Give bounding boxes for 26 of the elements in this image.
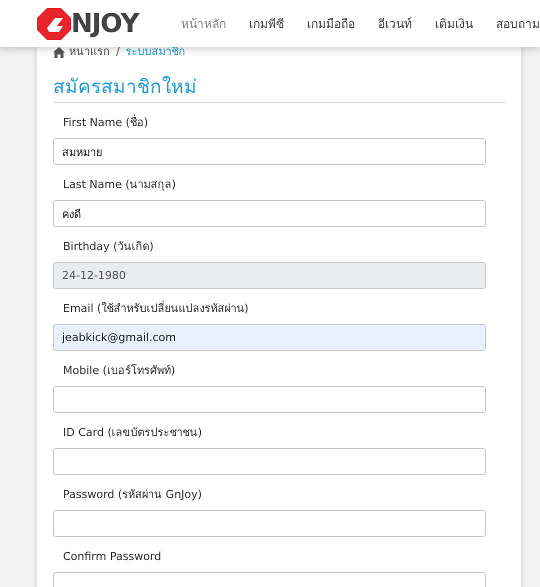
nav-link[interactable]: หน้าหลัก bbox=[181, 14, 226, 32]
home-icon bbox=[53, 46, 65, 58]
nav-link[interactable]: เกมพีซี bbox=[249, 14, 284, 32]
logo-text: NJOY bbox=[71, 10, 138, 36]
breadcrumb-link[interactable]: หนาแรก bbox=[69, 44, 110, 60]
input-field[interactable]: jeabkick@gmail.com bbox=[53, 324, 486, 351]
field-label: Mobile (เบอร์โทรศัพท์) bbox=[63, 363, 176, 379]
input-field[interactable]: สมหมาย bbox=[53, 138, 486, 165]
breadcrumb-separator: / bbox=[116, 44, 120, 60]
field-label: Confirm Password bbox=[63, 549, 162, 565]
nav-link[interactable]: เกมมือถือ bbox=[307, 14, 355, 32]
nav-link[interactable]: สอบถาม bbox=[496, 14, 540, 32]
field-label: Password (รหัสผ่าน GnJoy) bbox=[63, 487, 202, 503]
nav-link[interactable]: อีเวนท์ bbox=[378, 14, 412, 32]
page-title: สมัครสมาชิกใหม่ bbox=[53, 75, 197, 100]
field-label: Email (ใช้สำหรับเปลี่ยนแปลงรหัสผ่าน) bbox=[63, 301, 249, 317]
input-field[interactable] bbox=[53, 448, 486, 475]
input-field[interactable] bbox=[53, 386, 486, 413]
field-label: Birthday (วันเกิด) bbox=[63, 239, 154, 255]
nav-link[interactable]: เติมเงิน bbox=[435, 14, 473, 32]
logo-icon bbox=[37, 8, 71, 40]
input-field[interactable]: คงดี bbox=[53, 200, 486, 227]
input-field[interactable] bbox=[53, 510, 486, 537]
field-label: ID Card (เลขบัตรประชาชน) bbox=[63, 425, 202, 441]
field-label: First Name (ชื่อ) bbox=[63, 115, 148, 131]
field-label: Last Name (นามสกุล) bbox=[63, 177, 176, 193]
